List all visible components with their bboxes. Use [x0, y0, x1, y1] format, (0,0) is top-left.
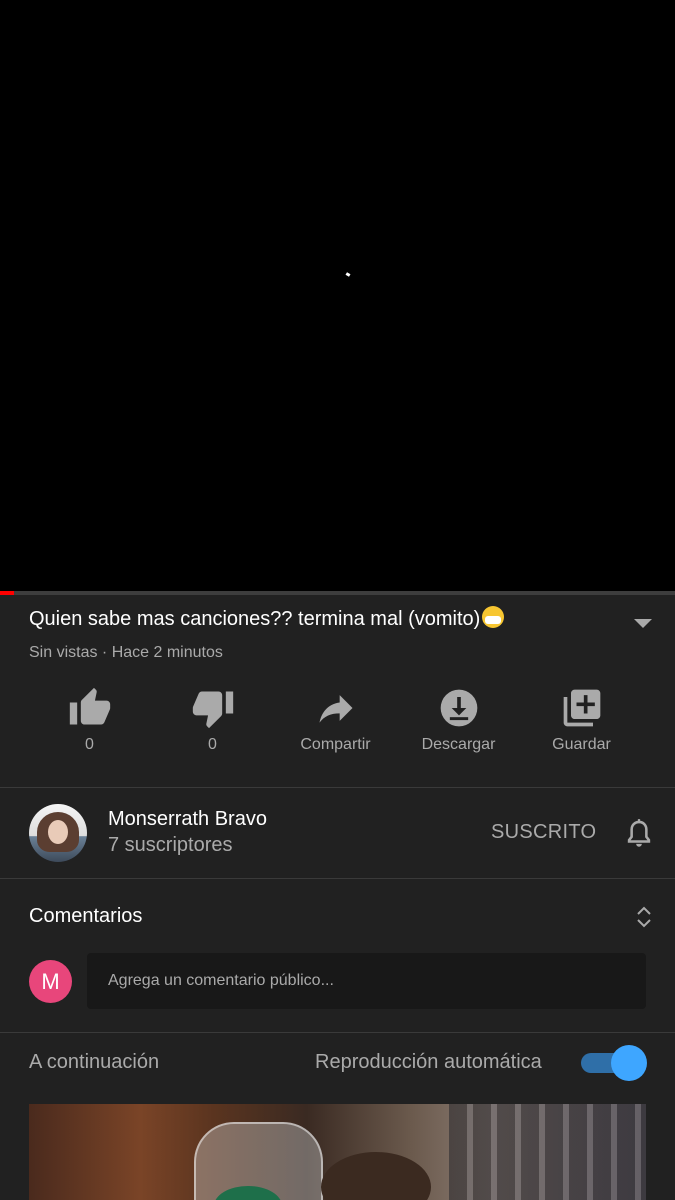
comment-input[interactable] [87, 953, 646, 1009]
video-title[interactable]: Quien sabe mas canciones?? termina mal (… [29, 606, 619, 631]
thumbs-up-icon [69, 687, 110, 725]
comments-title[interactable]: Comentarios [29, 905, 142, 928]
face-with-medical-mask-emoji [482, 606, 505, 628]
channel-avatar[interactable] [29, 804, 87, 862]
up-next-label: A continuación [29, 1051, 160, 1073]
thumbnail-background [449, 1104, 646, 1200]
divider [0, 787, 675, 788]
video-title-text: Quien sabe mas canciones?? termina mal (… [29, 608, 481, 630]
next-video-thumbnail[interactable] [29, 1104, 646, 1200]
autoplay-toggle[interactable] [581, 1045, 647, 1081]
share-button[interactable]: Compartir [274, 686, 397, 766]
dislike-button[interactable]: 0 [151, 686, 274, 766]
download-icon [440, 689, 477, 727]
dislike-count: 0 [208, 736, 217, 753]
autoplay-toggle-knob [611, 1045, 647, 1081]
download-label: Descargar [421, 736, 496, 753]
subscriber-count: 7 suscriptores [108, 834, 233, 856]
subscribe-button[interactable]: SUSCRITO [491, 821, 596, 844]
save-label: Guardar [552, 736, 611, 753]
video-player[interactable] [0, 0, 675, 591]
share-icon [319, 695, 352, 723]
channel-name[interactable]: Monserrath Bravo [108, 808, 267, 831]
like-button[interactable]: 0 [28, 686, 151, 766]
expand-comments-icon[interactable] [634, 903, 654, 931]
video-progress-fill [0, 591, 14, 595]
video-progress-bar[interactable] [0, 591, 675, 595]
divider [0, 1032, 675, 1033]
thumbnail-person [321, 1152, 431, 1200]
video-actions: 0 0 Compartir Descargar Guardar [28, 686, 648, 766]
divider [0, 878, 675, 879]
save-button[interactable]: Guardar [520, 686, 643, 766]
add-to-playlist-icon [563, 689, 600, 727]
share-label: Compartir [300, 736, 371, 753]
thumbs-down-icon [192, 691, 233, 729]
loading-indicator [345, 272, 351, 277]
bell-icon[interactable] [622, 815, 656, 853]
video-meta: Sin vistas · Hace 2 minutos [29, 644, 223, 661]
expand-description-icon[interactable] [634, 619, 652, 628]
user-avatar: M [29, 960, 72, 1003]
autoplay-label: Reproducción automática [315, 1051, 542, 1073]
download-button[interactable]: Descargar [397, 686, 520, 766]
like-count: 0 [85, 736, 94, 753]
